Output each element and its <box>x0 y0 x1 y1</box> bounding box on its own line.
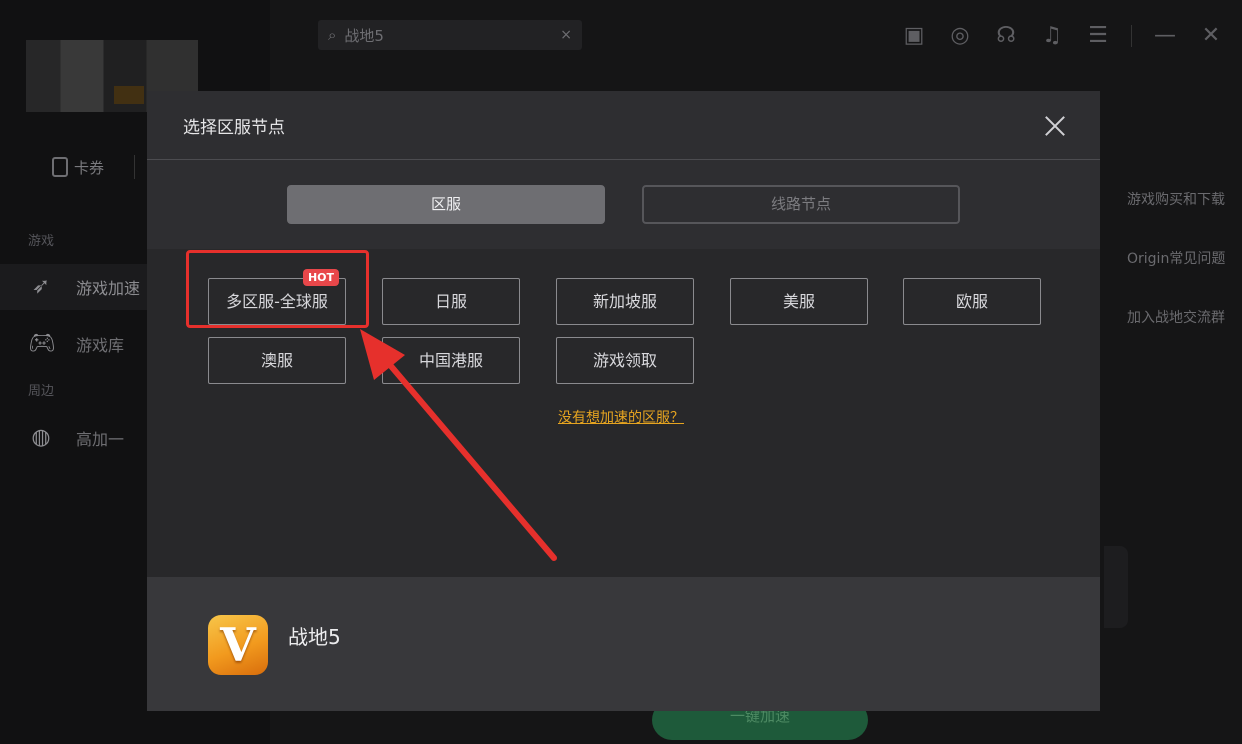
game-name: 战地5 <box>288 625 341 649</box>
dialog-header: 选择区服节点 <box>147 91 1100 160</box>
region-button-us[interactable]: 美服 <box>730 278 868 325</box>
missing-region-link[interactable]: 没有想加速的区服？ <box>558 407 684 427</box>
tab-region[interactable]: 区服 <box>287 185 605 224</box>
game-box-icon[interactable]: ▣ <box>901 22 927 50</box>
tab-route-node[interactable]: 线路节点 <box>642 185 960 224</box>
region-button-game-claim[interactable]: 游戏领取 <box>556 337 694 384</box>
background-card <box>1104 546 1128 628</box>
menu-icon[interactable]: ☰ <box>1085 22 1111 50</box>
link-join-group[interactable]: 加入战地交流群 <box>1120 296 1242 355</box>
divider <box>1131 25 1132 47</box>
region-select-dialog: 选择区服节点 区服 线路节点 多区服-全球服 HOT 日服 新加坡服 美服 欧服… <box>147 91 1100 711</box>
coupon-icon <box>52 157 68 177</box>
sidebar-item-label: 游戏加速 <box>76 279 141 298</box>
region-button-eu[interactable]: 欧服 <box>903 278 1041 325</box>
section-label-nearby: 周边 <box>28 384 55 399</box>
highlight-annotation-box <box>186 250 369 328</box>
region-button-japan[interactable]: 日服 <box>382 278 520 325</box>
bell-icon[interactable]: ♫ <box>1039 22 1065 50</box>
dialog-footer: V 战地5 <box>147 577 1100 711</box>
region-list: 多区服-全球服 HOT 日服 新加坡服 美服 欧服 澳服 中国港服 游戏领取 没… <box>147 249 1100 577</box>
coupon-label: 卡券 <box>74 158 105 177</box>
region-button-hongkong[interactable]: 中国港服 <box>382 337 520 384</box>
coupon-button[interactable]: 卡券 <box>52 155 104 179</box>
search-input[interactable]: 战地5 <box>344 25 384 46</box>
bag-icon: ◍ <box>31 425 51 450</box>
search-bar[interactable]: ⌕ 战地5 × <box>318 20 582 50</box>
link-buy-download[interactable]: 游戏购买和下载 <box>1120 178 1242 237</box>
search-icon: ⌕ <box>328 26 337 44</box>
minimize-icon[interactable]: — <box>1152 22 1178 50</box>
dialog-tabs: 区服 线路节点 <box>147 160 1100 248</box>
window-toolbar: ▣ ◎ ☊ ♫ ☰ — ✕ <box>901 22 1224 50</box>
region-button-singapore[interactable]: 新加坡服 <box>556 278 694 325</box>
refresh-icon[interactable]: ◎ <box>947 22 973 50</box>
rocket-icon: ➶ <box>31 274 51 299</box>
section-label-games: 游戏 <box>28 234 55 249</box>
game-links-panel: 游戏购买和下载 Origin常见问题 加入战地交流群 <box>1120 178 1242 355</box>
clear-search-icon[interactable]: × <box>560 27 572 43</box>
close-dialog-button[interactable] <box>1044 115 1066 137</box>
sidebar-item-label: 游戏库 <box>76 336 125 355</box>
close-window-icon[interactable]: ✕ <box>1198 22 1224 50</box>
game-logo-icon: V <box>208 615 268 675</box>
region-button-australia[interactable]: 澳服 <box>208 337 346 384</box>
sidebar-item-label: 高加一 <box>76 430 125 449</box>
link-origin-faq[interactable]: Origin常见问题 <box>1120 237 1242 296</box>
dialog-title: 选择区服节点 <box>183 117 285 138</box>
headset-icon[interactable]: ☊ <box>993 22 1019 50</box>
divider <box>134 155 135 179</box>
gamepad-icon: 🎮︎ <box>28 331 56 356</box>
